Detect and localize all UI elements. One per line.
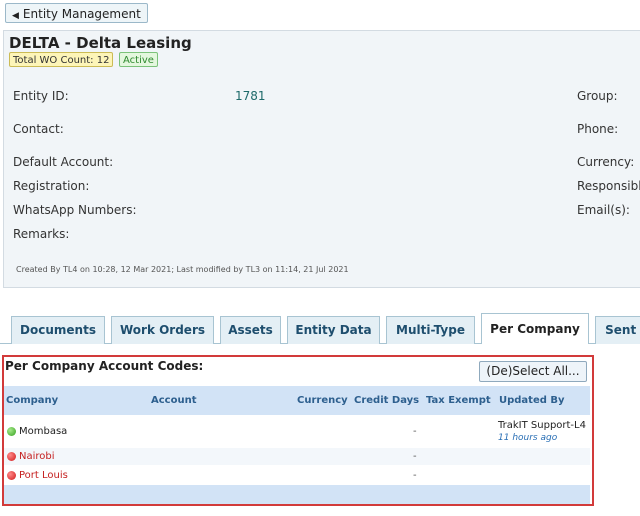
group-label: Group: bbox=[577, 89, 618, 103]
tab-work-orders[interactable]: Work Orders bbox=[111, 316, 214, 344]
entity-management-back-button[interactable]: ◀ Entity Management bbox=[5, 3, 148, 23]
tab-documents[interactable]: Documents bbox=[11, 316, 105, 344]
default-account-label: Default Account: bbox=[13, 155, 114, 169]
table-footer bbox=[4, 485, 590, 504]
currency-label: Currency: bbox=[577, 155, 635, 169]
remarks-label: Remarks: bbox=[13, 227, 70, 241]
back-button-label: Entity Management bbox=[22, 7, 141, 21]
credit-days-value: - bbox=[413, 451, 417, 462]
credit-days-value: - bbox=[413, 426, 417, 437]
tab-assets[interactable]: Assets bbox=[220, 316, 281, 344]
tab-multi-type[interactable]: Multi-Type bbox=[386, 316, 475, 344]
emails-label: Email(s): bbox=[577, 203, 630, 217]
responsible-label: Responsibl bbox=[577, 179, 640, 193]
company-name[interactable]: Nairobi bbox=[19, 451, 55, 462]
left-triangle-icon: ◀ bbox=[12, 11, 19, 21]
deselect-all-button[interactable]: (De)Select All... bbox=[479, 361, 587, 382]
column-header-currency[interactable]: Currency bbox=[297, 395, 348, 406]
credit-days-value: - bbox=[413, 470, 417, 481]
whatsapp-label: WhatsApp Numbers: bbox=[13, 203, 137, 217]
company-name[interactable]: Port Louis bbox=[19, 470, 68, 481]
entity-id-label: Entity ID: bbox=[13, 89, 69, 103]
status-badge: Active bbox=[119, 52, 158, 67]
updated-time: 11 hours ago bbox=[498, 433, 558, 443]
column-header-company[interactable]: Company bbox=[6, 395, 58, 406]
tab-entity-data[interactable]: Entity Data bbox=[287, 316, 380, 344]
inactive-status-icon bbox=[7, 452, 16, 461]
entity-title: DELTA - Delta Leasing bbox=[9, 34, 192, 52]
inactive-status-icon bbox=[7, 471, 16, 480]
active-status-icon bbox=[7, 427, 16, 436]
tab-per-company[interactable]: Per Company bbox=[481, 313, 589, 344]
audit-info: Created By TL4 on 10:28, 12 Mar 2021; La… bbox=[16, 265, 349, 274]
column-header-credit-days[interactable]: Credit Days bbox=[354, 395, 419, 406]
tab-sent[interactable]: Sent I bbox=[595, 316, 640, 344]
table-row[interactable] bbox=[4, 448, 590, 465]
updated-by-name: TrakIT Support-L4 bbox=[498, 420, 586, 431]
entity-details-panel: DELTA - Delta Leasing Total WO Count: 12… bbox=[3, 30, 640, 288]
per-company-title: Per Company Account Codes: bbox=[5, 359, 204, 373]
contact-label: Contact: bbox=[13, 122, 64, 136]
company-name: Mombasa bbox=[19, 426, 68, 437]
entity-id-value: 1781 bbox=[235, 89, 266, 103]
phone-label: Phone: bbox=[577, 122, 619, 136]
column-header-account[interactable]: Account bbox=[151, 395, 196, 406]
table-row[interactable] bbox=[4, 465, 590, 483]
wo-count-badge: Total WO Count: 12 bbox=[9, 52, 114, 67]
registration-label: Registration: bbox=[13, 179, 90, 193]
column-header-updated-by[interactable]: Updated By bbox=[499, 395, 565, 406]
column-header-tax-exempt[interactable]: Tax Exempt bbox=[426, 395, 491, 406]
